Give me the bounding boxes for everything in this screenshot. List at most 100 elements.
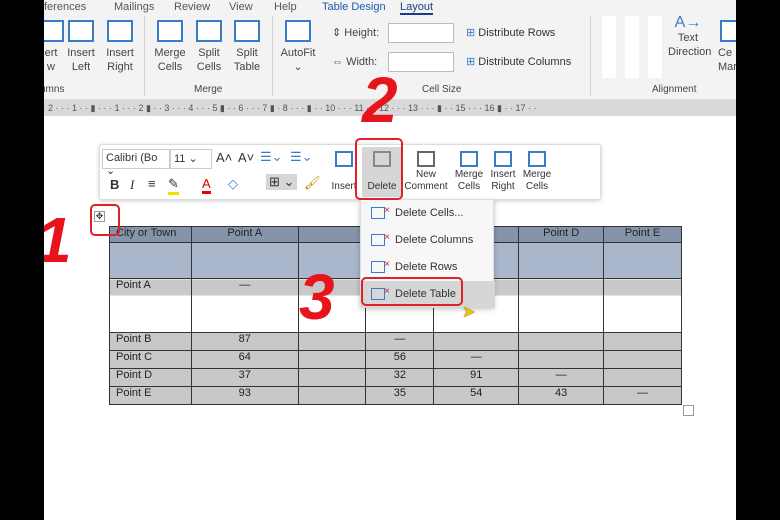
table-resize-handle[interactable]	[683, 405, 694, 416]
table-cell[interactable]	[603, 278, 682, 333]
table-cell[interactable]	[603, 368, 682, 387]
label: Distribute Columns	[478, 56, 572, 68]
header-cell[interactable]: City or Town	[109, 226, 192, 243]
font-size-select[interactable]: 11 ⌄	[170, 149, 212, 169]
table-cell[interactable]	[518, 278, 605, 333]
table-cell[interactable]: 87	[190, 332, 299, 351]
table-cell[interactable]	[297, 332, 367, 351]
alignment-grid[interactable]	[600, 16, 670, 78]
table-cell[interactable]	[603, 332, 682, 351]
menu-item-delete-cells[interactable]: Delete Cells...	[361, 197, 495, 227]
header-cell[interactable]: Point D	[518, 226, 605, 243]
table-cell[interactable]: 37	[190, 368, 299, 387]
font-value: Calibri (Bo	[106, 152, 158, 164]
shading-icon[interactable]: ◇	[228, 176, 238, 192]
table-cell[interactable]	[297, 350, 367, 369]
split-table-button[interactable]: Split Table	[230, 20, 264, 74]
table-cell[interactable]: 91	[433, 368, 520, 387]
insert-right-button[interactable]: Insert Right	[486, 147, 520, 193]
insert-right-button[interactable]: Insert Right	[102, 20, 138, 74]
tab-view[interactable]: View	[229, 1, 253, 13]
table-cell[interactable]: —	[518, 368, 605, 387]
highlight-icon[interactable]: ✎	[168, 176, 179, 195]
table-cell[interactable]: —	[365, 332, 435, 351]
table-cell[interactable]: 64	[190, 350, 299, 369]
merge-cells-button[interactable]: Merge Cells	[452, 147, 486, 193]
insert-row-button[interactable]: ert w	[44, 20, 64, 74]
table-cell[interactable]: Point A	[109, 278, 192, 333]
autofit-button[interactable]: AutoFit ⌄	[278, 20, 318, 74]
size-value: 11	[174, 153, 186, 165]
grow-font-icon[interactable]: A˄	[216, 150, 232, 165]
table-cell[interactable]: Point E	[109, 386, 192, 405]
table-cell[interactable]: 35	[365, 386, 435, 405]
header-cell[interactable]: Point A	[190, 226, 299, 243]
table-cell[interactable]	[518, 350, 605, 369]
text-direction-icon: A→	[674, 14, 702, 31]
new-comment-button[interactable]: New Comment	[404, 147, 448, 193]
table-cell[interactable]: —	[603, 386, 682, 405]
height-input[interactable]	[388, 23, 454, 43]
menu-item-label: Delete Columns	[395, 234, 474, 246]
table-cell[interactable]: Point B	[109, 332, 192, 351]
align-center-icon[interactable]: ≡	[148, 176, 156, 191]
tab-mailings[interactable]: Mailings	[114, 1, 154, 13]
label: Insert Right	[106, 47, 134, 73]
header-cell[interactable]	[297, 226, 367, 243]
shrink-font-icon[interactable]: A˅	[238, 150, 254, 165]
format-painter-icon[interactable]: 🖌	[304, 175, 321, 191]
table-cell[interactable]: 54	[433, 386, 520, 405]
distribute-rows-button[interactable]: ⊞ Distribute Rows	[466, 26, 555, 40]
tab-table-design[interactable]: Table Design	[322, 1, 386, 13]
menu-item-delete-columns[interactable]: Delete Columns	[361, 224, 495, 254]
split-cells-icon	[196, 20, 222, 42]
table-cell[interactable]: 56	[365, 350, 435, 369]
table-cell[interactable]: Point D	[109, 368, 192, 387]
table-cell[interactable]: 32	[365, 368, 435, 387]
label: Height:	[344, 27, 380, 39]
label: New Comment	[404, 169, 448, 192]
merge-cells-button-2[interactable]: Merge Cells	[520, 147, 554, 193]
borders-icon[interactable]: ⊞ ⌄	[266, 174, 298, 190]
split-cells-button[interactable]: Split Cells	[192, 20, 226, 74]
tab-layout[interactable]: Layout	[400, 1, 434, 15]
header-cell[interactable]: Point E	[603, 226, 682, 243]
italic-button[interactable]: I	[130, 177, 134, 193]
tab-review[interactable]: Review	[174, 1, 210, 13]
table-cell[interactable]: 43	[518, 386, 605, 405]
distribute-columns-button[interactable]: ⊞ Distribute Columns	[466, 55, 571, 69]
text-direction-button[interactable]: A→ Text Direction	[668, 14, 711, 59]
distribute-columns-icon: ⊞	[466, 56, 476, 68]
split-table-icon	[234, 20, 260, 42]
label: Insert Left	[67, 47, 95, 73]
height-label: ⇕ Height:	[332, 27, 380, 39]
table-cell[interactable]	[297, 386, 367, 405]
mouse-cursor: ➤	[462, 304, 476, 321]
label: Split Cells	[196, 47, 222, 73]
table-cell[interactable]	[297, 368, 367, 387]
table-cell[interactable]: —	[190, 278, 299, 333]
bullets-icon[interactable]: ☰⌄	[260, 149, 283, 165]
label: Ce Mar	[718, 47, 736, 73]
insert-left-button[interactable]: Insert Left	[64, 20, 98, 74]
cell-margins-button[interactable]: Ce Mar	[718, 20, 736, 74]
word-window: ferences Mailings Review View Help Table…	[44, 0, 736, 520]
tab-references[interactable]: ferences	[44, 1, 86, 13]
tab-help[interactable]: Help	[274, 1, 297, 13]
table-cell[interactable]	[518, 332, 605, 351]
group-cell-size: Cell Size	[422, 84, 462, 95]
table-cell[interactable]: 93	[190, 386, 299, 405]
table-row: Point C 64 56—	[109, 350, 682, 369]
table-cell[interactable]: —	[433, 350, 520, 369]
distribute-rows-icon: ⊞	[466, 27, 476, 39]
numbering-icon[interactable]: ☰⌄	[290, 149, 313, 165]
bold-button[interactable]: B	[110, 177, 119, 192]
label: Split Table	[233, 47, 261, 73]
merge-cells-button[interactable]: Merge Cells	[150, 20, 190, 74]
table-cell[interactable]: Point C	[109, 350, 192, 369]
table-cell[interactable]	[603, 350, 682, 369]
insert-right-icon	[494, 151, 512, 167]
font-select[interactable]: Calibri (Bo ⌄	[102, 149, 170, 177]
table-cell[interactable]	[433, 332, 520, 351]
font-color-icon[interactable]: A	[202, 176, 211, 194]
